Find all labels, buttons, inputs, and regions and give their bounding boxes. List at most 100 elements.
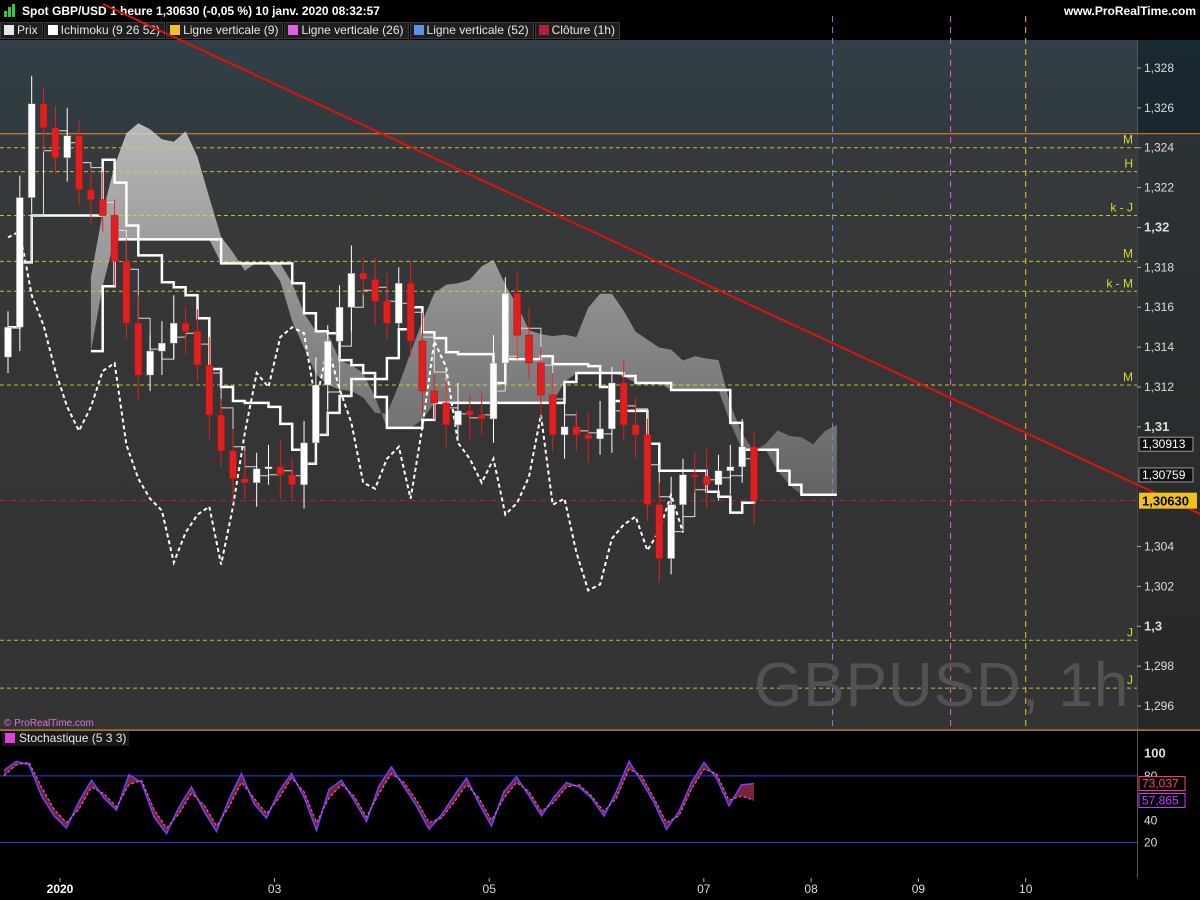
candle-body [241, 478, 249, 483]
stoch-panel-bg [0, 730, 1137, 878]
stoch-tick-label: 40 [1144, 813, 1158, 827]
candle-body [619, 382, 628, 426]
y-tick-label: 1,302 [1144, 579, 1174, 593]
price-tag-label: 1,30759 [1142, 468, 1186, 482]
candle-body [525, 334, 533, 364]
candle-body [264, 466, 273, 470]
candle-body [110, 215, 119, 262]
x-tick-label: 08 [804, 882, 818, 896]
stoch-value-label: 73,037 [1142, 777, 1179, 791]
candle-body [442, 402, 450, 426]
candle-body [122, 261, 131, 324]
candle-body [501, 293, 510, 364]
candle-body [513, 293, 521, 336]
y-tick-label: 1,322 [1144, 181, 1174, 195]
candle-body [560, 426, 569, 436]
level-label: J [1127, 625, 1133, 639]
x-tick-label: 10 [1019, 882, 1033, 896]
last-close-label: 1,30630 [1142, 494, 1189, 509]
candle-body [98, 199, 107, 216]
y-tick-label: 1,304 [1144, 540, 1174, 554]
y-tick-label: 1,31 [1144, 419, 1169, 434]
candle-body [16, 197, 24, 328]
y-tick-label: 1,296 [1144, 699, 1174, 713]
candle-body [193, 330, 202, 366]
stoch-tick-label: 100 [1144, 746, 1166, 761]
candle-body [288, 474, 296, 485]
stoch-value-label: 57,865 [1142, 793, 1179, 807]
candle-body [4, 326, 12, 358]
candle-body [323, 340, 332, 386]
level-label: M [1123, 246, 1133, 260]
candle-body [631, 424, 640, 436]
candle-body [655, 504, 664, 559]
candle-body [454, 410, 462, 426]
candle-body [702, 476, 711, 485]
candle-body [51, 127, 60, 158]
price-tag-label: 1,30913 [1142, 437, 1186, 451]
y-tick-label: 1,316 [1144, 300, 1174, 314]
stoch-legend: Stochastique (5 3 3) [2, 731, 130, 746]
x-tick-label: 09 [912, 882, 926, 896]
candle-body [217, 414, 225, 452]
stoch-label: Stochastique (5 3 3) [19, 731, 127, 745]
candle-body [477, 414, 486, 420]
candle-body [39, 103, 48, 128]
candle-body [691, 474, 699, 477]
candle-body [584, 434, 592, 440]
candle-body [229, 450, 237, 479]
level-label: M [1123, 133, 1133, 147]
candle-body [252, 468, 261, 483]
level-label: M [1123, 370, 1133, 384]
y-tick-label: 1,324 [1144, 141, 1174, 155]
candle-body [750, 446, 758, 501]
x-tick-label: 2020 [47, 882, 74, 896]
level-label: k - J [1110, 200, 1133, 214]
candle-body [300, 442, 308, 485]
candle-body [418, 340, 427, 392]
candle-body [158, 342, 166, 352]
x-tick-label: 03 [268, 882, 282, 896]
prorealtime-tag: © ProRealTime.com [4, 718, 94, 729]
stoch-tick-label: 20 [1144, 836, 1158, 850]
symbol-watermark: GBPUSD, 1h [754, 651, 1130, 720]
y-tick-label: 1,318 [1144, 260, 1174, 274]
y-tick-label: 1,314 [1144, 340, 1174, 354]
candle-body [679, 474, 687, 505]
candle-body [181, 322, 190, 332]
candle-body [146, 350, 154, 376]
candle-body [170, 322, 178, 344]
y-tick-label: 1,328 [1144, 61, 1174, 75]
candle-body [608, 382, 616, 430]
candle-body [466, 410, 474, 416]
candle-body [667, 504, 675, 559]
y-tick-label: 1,326 [1144, 101, 1174, 115]
x-tick-label: 07 [697, 882, 711, 896]
candle-body [596, 428, 604, 440]
y-tick-label: 1,3 [1144, 618, 1162, 633]
candle-body [312, 384, 320, 444]
x-tick-label: 05 [483, 882, 497, 896]
candle-body [27, 103, 36, 198]
candle-body [371, 279, 379, 302]
level-label: H [1124, 157, 1133, 171]
candle-body [276, 466, 285, 475]
stoch-swatch [5, 733, 15, 743]
candle-body [537, 362, 545, 396]
candle-body [335, 306, 344, 342]
candle-body [395, 283, 403, 324]
chart-canvas[interactable]: MHk - JMk - MMJJ 1,3281,3261,3241,3221,3… [0, 0, 1200, 900]
level-label: k - M [1106, 276, 1133, 290]
y-tick-label: 1,312 [1144, 380, 1174, 394]
candle-body [347, 273, 356, 308]
candle-body [726, 466, 735, 472]
candle-body [359, 273, 367, 280]
candle-body [489, 362, 498, 420]
candle-body [572, 426, 581, 436]
y-tick-label: 1,32 [1144, 219, 1169, 234]
candle-body [75, 135, 83, 190]
candle-body [63, 135, 71, 158]
candle-body [406, 283, 415, 342]
candle-body [738, 446, 746, 468]
candle-body [205, 364, 214, 416]
